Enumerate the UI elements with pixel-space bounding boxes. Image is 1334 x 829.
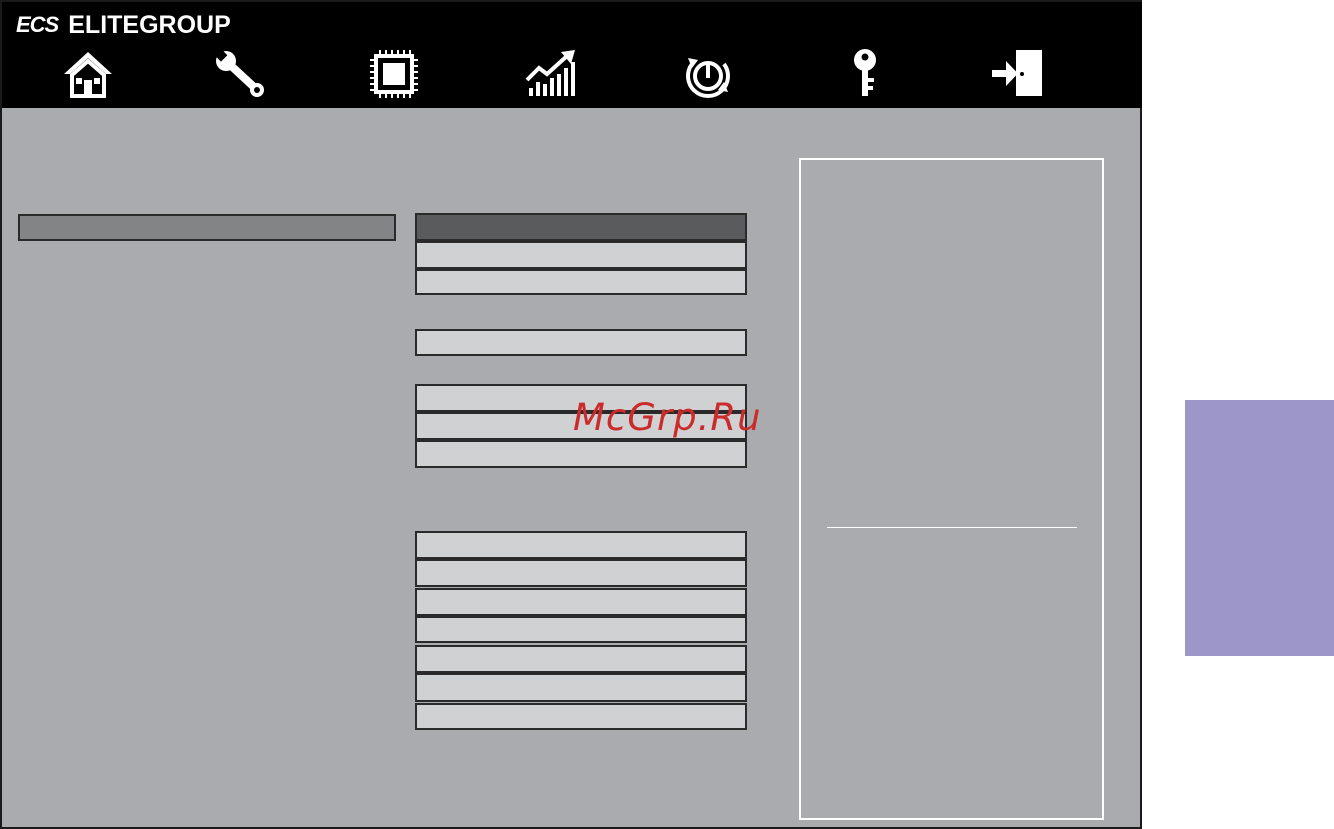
option-field[interactable] bbox=[415, 588, 747, 616]
selected-menu-item[interactable] bbox=[18, 214, 396, 241]
option-field[interactable] bbox=[415, 673, 747, 702]
wrench-icon[interactable] bbox=[213, 48, 269, 100]
option-field[interactable] bbox=[415, 559, 747, 587]
key-icon[interactable] bbox=[837, 48, 893, 100]
bios-screen: ECS ELITEGROUP bbox=[0, 0, 1142, 829]
home-icon[interactable] bbox=[60, 48, 116, 100]
brand-logo: ECS ELITEGROUP bbox=[16, 8, 231, 42]
side-tab bbox=[1185, 400, 1334, 656]
option-field[interactable] bbox=[415, 329, 747, 356]
option-field[interactable] bbox=[415, 616, 747, 643]
option-field[interactable] bbox=[415, 241, 747, 269]
ecs-logo-mark: ECS bbox=[16, 12, 59, 37]
option-field[interactable] bbox=[415, 440, 747, 468]
option-field[interactable] bbox=[415, 703, 747, 730]
watermark-text: McGrp.Ru bbox=[573, 396, 762, 439]
top-bar: ECS ELITEGROUP bbox=[2, 2, 1142, 108]
exit-icon[interactable] bbox=[990, 48, 1046, 100]
brand-name: ELITEGROUP bbox=[68, 10, 231, 39]
option-field[interactable] bbox=[415, 531, 747, 559]
performance-chart-icon[interactable] bbox=[523, 48, 579, 100]
help-panel bbox=[799, 158, 1104, 820]
power-icon[interactable] bbox=[680, 48, 736, 100]
chip-icon[interactable] bbox=[366, 48, 422, 100]
help-divider bbox=[827, 527, 1077, 528]
option-field[interactable] bbox=[415, 645, 747, 673]
option-field[interactable] bbox=[415, 269, 747, 295]
option-field-active[interactable] bbox=[415, 213, 747, 241]
